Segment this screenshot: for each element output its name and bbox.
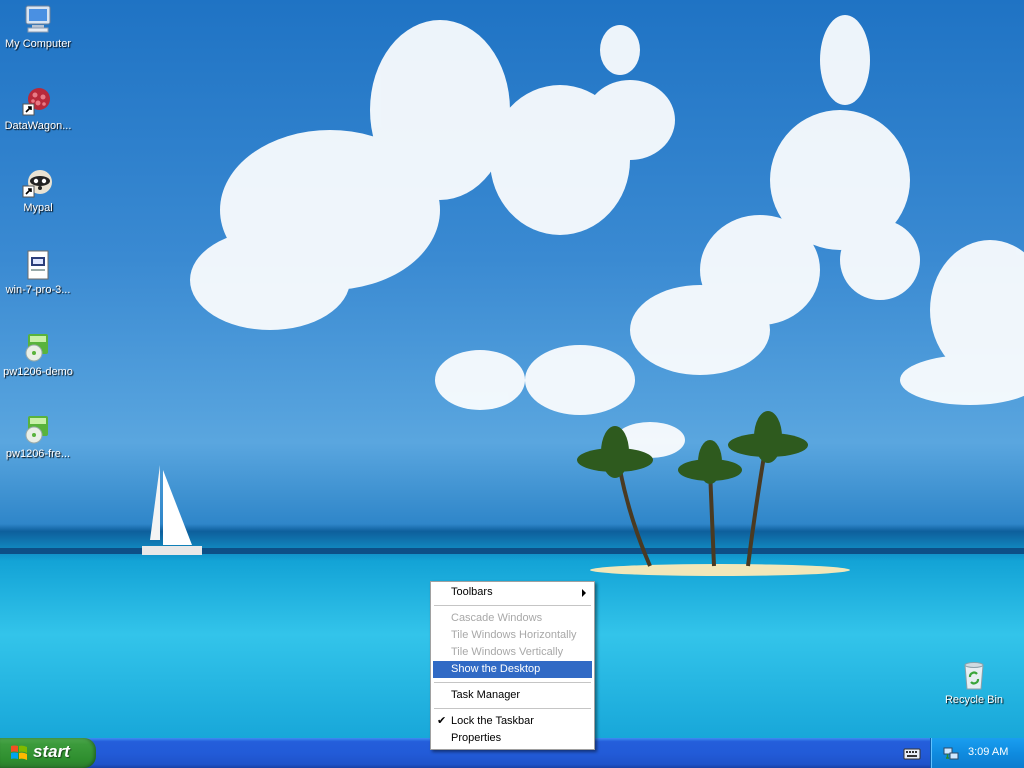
menu-item-label: Properties (451, 732, 502, 744)
menu-item-show-desktop[interactable]: Show the Desktop (433, 661, 592, 678)
desktop-icon-label: pw1206-demo (3, 366, 73, 378)
desktop-icon-win7pro-file[interactable]: win-7-pro-3... (0, 249, 76, 296)
menu-item-cascade-windows: Cascade Windows (433, 610, 592, 627)
desktop-icon-my-computer[interactable]: My Computer (0, 3, 76, 50)
menu-item-label: Lock the Taskbar (451, 715, 534, 727)
system-tray: 3:09 AM (930, 738, 1024, 768)
menu-item-label: Tile Windows Horizontally (451, 629, 577, 641)
menu-item-properties[interactable]: Properties (433, 730, 592, 747)
menu-item-toolbars[interactable]: Toolbars (433, 584, 592, 601)
submenu-arrow-icon (582, 589, 586, 597)
desktop-icon-label: win-7-pro-3... (5, 284, 71, 296)
checkmark-icon: ✔ (437, 715, 447, 727)
clock[interactable]: 3:09 AM (968, 746, 1008, 758)
network-icon[interactable] (943, 745, 959, 761)
desktop-icon-label: Recycle Bin (944, 694, 1004, 706)
menu-item-label: Toolbars (451, 586, 493, 598)
datawagon-shortcut-icon (22, 88, 50, 116)
start-button[interactable]: start (0, 738, 96, 768)
mypal-browser-shortcut-icon (22, 170, 52, 198)
menu-item-tile-vertically: Tile Windows Vertically (433, 644, 592, 661)
menu-item-label: Task Manager (451, 689, 521, 701)
menu-item-label: Tile Windows Vertically (451, 646, 564, 658)
desktop-icon-label: My Computer (4, 38, 72, 50)
menu-separator (434, 682, 591, 683)
menu-item-tile-horizontally: Tile Windows Horizontally (433, 627, 592, 644)
windows-logo-icon (11, 745, 27, 760)
desktop-icon-mypal[interactable]: Mypal (0, 167, 76, 214)
menu-item-lock-taskbar[interactable]: ✔ Lock the Taskbar (433, 713, 592, 730)
menu-separator (434, 605, 591, 606)
keyboard-icon[interactable] (903, 745, 921, 761)
menu-item-label: Show the Desktop (451, 663, 541, 675)
desktop-icon-label: pw1206-fre... (5, 448, 71, 460)
installer-package-icon (25, 416, 48, 444)
desktop-icon-label: DataWagon... (4, 120, 72, 132)
menu-separator (434, 708, 591, 709)
installer-package-icon (25, 334, 48, 362)
desktop-icon-pw1206-free[interactable]: pw1206-fre... (0, 413, 76, 460)
menu-item-label: Cascade Windows (451, 612, 543, 624)
my-computer-icon (25, 5, 51, 33)
desktop-icon-recycle-bin[interactable]: Recycle Bin (936, 659, 1012, 706)
desktop-icon-datawagon[interactable]: DataWagon... (0, 85, 76, 132)
desktop-icon-label: Mypal (23, 202, 53, 214)
taskbar-context-menu: Toolbars Cascade Windows Tile Windows Ho… (430, 581, 595, 750)
desktop-icon-pw1206-demo[interactable]: pw1206-demo (0, 331, 76, 378)
recycle-bin-icon (964, 662, 984, 690)
start-label: start (33, 742, 70, 761)
menu-item-task-manager[interactable]: Task Manager (433, 687, 592, 704)
document-file-icon (27, 250, 49, 280)
